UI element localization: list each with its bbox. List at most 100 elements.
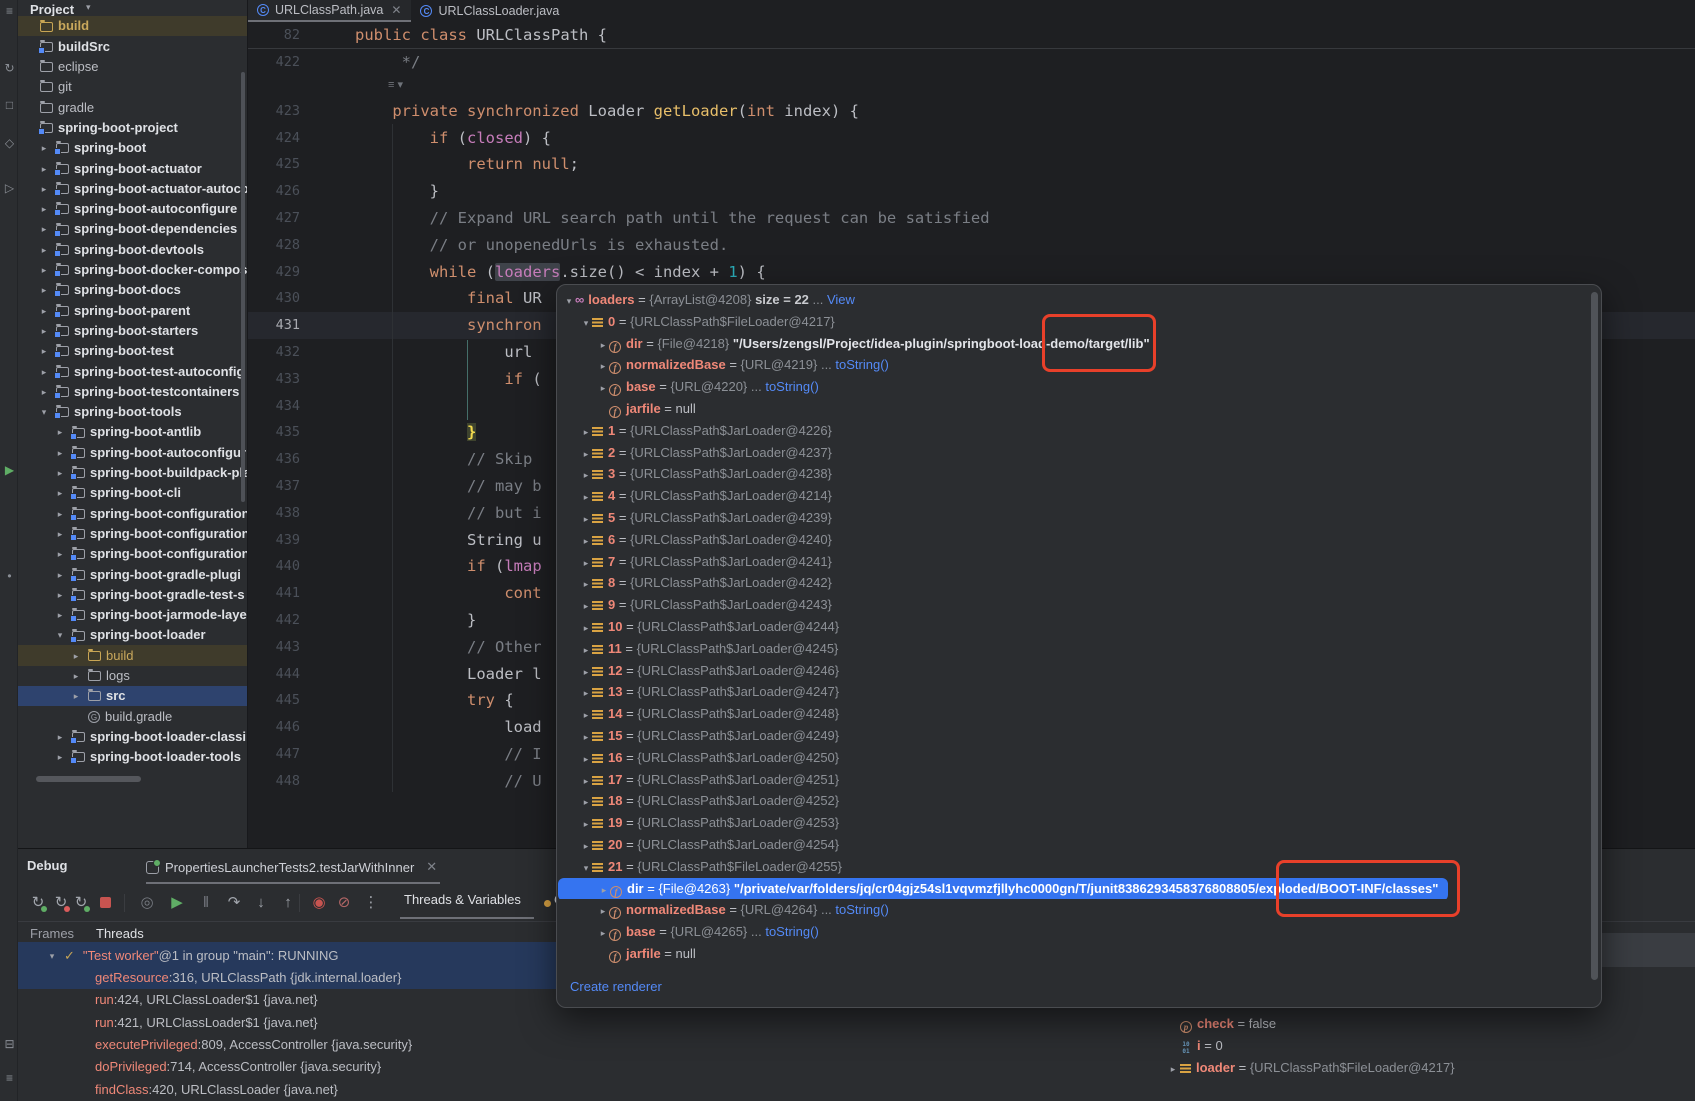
- close-icon[interactable]: ✕: [391, 3, 401, 17]
- chevron-right-icon[interactable]: ▸: [580, 836, 592, 856]
- tree-item-spring-boot-jarmode-laye[interactable]: ▸spring-boot-jarmode-laye: [18, 605, 247, 625]
- chevron-right-icon[interactable]: ▸: [1166, 1058, 1180, 1080]
- chevron-right-icon[interactable]: ▸: [580, 553, 592, 573]
- tree-item-eclipse[interactable]: eclipse: [18, 57, 247, 77]
- chevron-right-icon[interactable]: ▸: [580, 640, 592, 660]
- chevron-right-icon[interactable]: ▸: [580, 509, 592, 529]
- project-scrollbar-vertical[interactable]: [241, 72, 245, 502]
- debugger-tree-row[interactable]: fjarfile = null: [557, 398, 1587, 420]
- chevron-right-icon[interactable]: ▸: [598, 880, 610, 900]
- tree-item-spring-boot-devtools[interactable]: ▸spring-boot-devtools: [18, 239, 247, 259]
- editor-tab-urlclassloader-java[interactable]: CURLClassLoader.java: [411, 0, 569, 22]
- pause-button[interactable]: ‖: [195, 892, 217, 914]
- chevron-right-icon[interactable]: ▸: [597, 901, 609, 921]
- tab-threads-and-variables[interactable]: Threads & Variables: [404, 892, 521, 907]
- rerun-button[interactable]: ↻: [50, 892, 72, 914]
- debugger-tree-row[interactable]: ▸19 = {URLClassPath$JarLoader@4253}: [557, 812, 1587, 834]
- resume-button[interactable]: ▶: [166, 892, 188, 914]
- chevron-right-icon[interactable]: ▸: [580, 618, 592, 638]
- tree-item-spring-boot-loader-classi[interactable]: ▸spring-boot-loader-classi: [18, 727, 247, 747]
- tool-stripe-icon[interactable]: ◇: [2, 135, 17, 151]
- eye-button[interactable]: ◎: [136, 892, 158, 914]
- create-renderer-link[interactable]: Create renderer: [570, 979, 662, 994]
- chevron-right-icon[interactable]: ▸: [36, 280, 52, 300]
- tree-item-spring-boot-actuator[interactable]: ▸spring-boot-actuator: [18, 158, 247, 178]
- chevron-right-icon[interactable]: ▸: [68, 686, 84, 706]
- chevron-right-icon[interactable]: ▸: [36, 301, 52, 321]
- tree-item-src[interactable]: ▸src: [18, 686, 247, 706]
- debug-session-tab[interactable]: PropertiesLauncherTests2.testJarWithInne…: [146, 855, 437, 879]
- editor-tab-urlclasspath-java[interactable]: CURLClassPath.java✕: [248, 0, 411, 22]
- tree-item-git[interactable]: git: [18, 77, 247, 97]
- tree-item-spring-boot-autoconfigur[interactable]: ▸spring-boot-autoconfigur: [18, 442, 247, 462]
- tree-item-spring-boot-antlib[interactable]: ▸spring-boot-antlib: [18, 422, 247, 442]
- debugger-tree-row[interactable]: ▸fbase = {URL@4265} ... toString(): [557, 921, 1587, 943]
- tree-item-buildsrc[interactable]: buildSrc: [18, 36, 247, 56]
- chevron-right-icon[interactable]: ▸: [580, 531, 592, 551]
- chevron-down-icon[interactable]: ▾: [44, 945, 60, 967]
- debugger-tree-row[interactable]: ▸5 = {URLClassPath$JarLoader@4239}: [557, 507, 1587, 529]
- debugger-tree-row[interactable]: ▸1 = {URLClassPath$JarLoader@4226}: [557, 420, 1587, 442]
- step-out-button[interactable]: ↑: [277, 892, 299, 914]
- chevron-right-icon[interactable]: ▸: [52, 565, 68, 585]
- breakpoints-button[interactable]: ◉: [308, 892, 330, 914]
- stack-frame-row[interactable]: findClass:420, URLClassLoader {java.net}: [95, 1079, 338, 1101]
- tree-item-spring-boot-loader[interactable]: ▾spring-boot-loader: [18, 625, 247, 645]
- chevron-right-icon[interactable]: ▸: [580, 727, 592, 747]
- tree-item-spring-boot-testcontainers[interactable]: ▸spring-boot-testcontainers: [18, 381, 247, 401]
- debugger-tree-row[interactable]: ▾∞loaders = {ArrayList@4208} size = 22 .…: [557, 289, 1587, 311]
- chevron-right-icon[interactable]: ▸: [597, 335, 609, 355]
- tab-frames[interactable]: Frames: [30, 926, 74, 941]
- rerun-button[interactable]: ↻: [70, 892, 92, 914]
- tree-item-spring-boot-cli[interactable]: ▸spring-boot-cli: [18, 483, 247, 503]
- tree-item-build[interactable]: build: [18, 16, 247, 36]
- chevron-right-icon[interactable]: ▸: [36, 382, 52, 402]
- debugger-tree-row[interactable]: ▸17 = {URLClassPath$JarLoader@4251}: [557, 769, 1587, 791]
- chevron-right-icon[interactable]: ▸: [36, 260, 52, 280]
- stack-frame-row[interactable]: getResource:316, URLClassPath {jdk.inter…: [95, 967, 401, 989]
- tree-item-spring-boot-starters[interactable]: ▸spring-boot-starters: [18, 321, 247, 341]
- chevron-right-icon[interactable]: ▸: [52, 483, 68, 503]
- thread-row[interactable]: ▾✓"Test worker"@1 in group "main": RUNNI…: [44, 945, 339, 967]
- mute-breakpoints-button[interactable]: ⊘: [333, 892, 355, 914]
- chevron-right-icon[interactable]: ▸: [36, 138, 52, 158]
- chevron-right-icon[interactable]: ▸: [580, 749, 592, 769]
- debugger-tree-row[interactable]: ▸8 = {URLClassPath$JarLoader@4242}: [557, 572, 1587, 594]
- chevron-right-icon[interactable]: ▸: [580, 596, 592, 616]
- chevron-right-icon[interactable]: ▸: [36, 362, 52, 382]
- debugger-tree-row[interactable]: ▸12 = {URLClassPath$JarLoader@4246}: [557, 660, 1587, 682]
- chevron-right-icon[interactable]: ▸: [580, 814, 592, 834]
- tree-item-logs[interactable]: ▸logs: [18, 666, 247, 686]
- chevron-right-icon[interactable]: ▸: [580, 487, 592, 507]
- debugger-tree-row[interactable]: ▸4 = {URLClassPath$JarLoader@4214}: [557, 485, 1587, 507]
- debugger-tree-row[interactable]: ▸fbase = {URL@4220} ... toString(): [557, 376, 1587, 398]
- tree-item-spring-boot-docker-compos[interactable]: ▸spring-boot-docker-compos: [18, 260, 247, 280]
- tool-stripe-icon[interactable]: ↻: [2, 60, 17, 76]
- chevron-right-icon[interactable]: ▸: [52, 422, 68, 442]
- debugger-tree-row[interactable]: ▸18 = {URLClassPath$JarLoader@4252}: [557, 790, 1587, 812]
- chevron-right-icon[interactable]: ▸: [36, 321, 52, 341]
- debugger-tree-row[interactable]: ▸10 = {URLClassPath$JarLoader@4244}: [557, 616, 1587, 638]
- tree-item-spring-boot-configuration[interactable]: ▸spring-boot-configuration: [18, 524, 247, 544]
- chevron-right-icon[interactable]: ▸: [597, 356, 609, 376]
- chevron-right-icon[interactable]: ▸: [68, 666, 84, 686]
- chevron-right-icon[interactable]: ▸: [580, 422, 592, 442]
- step-over-button[interactable]: ↷: [223, 892, 245, 914]
- debugger-tree-row[interactable]: ▸15 = {URLClassPath$JarLoader@4249}: [557, 725, 1587, 747]
- project-scrollbar-horizontal[interactable]: [36, 776, 141, 782]
- step-into-button[interactable]: ↓: [250, 892, 272, 914]
- tool-stripe-icon[interactable]: ≡: [2, 3, 17, 19]
- tree-item-spring-boot-gradle-plugi[interactable]: ▸spring-boot-gradle-plugi: [18, 564, 247, 584]
- more-button[interactable]: ⋮: [360, 892, 382, 914]
- debugger-tree-row[interactable]: ▸14 = {URLClassPath$JarLoader@4248}: [557, 703, 1587, 725]
- chevron-right-icon[interactable]: ▸: [52, 524, 68, 544]
- chevron-right-icon[interactable]: ▸: [580, 705, 592, 725]
- chevron-right-icon[interactable]: ▸: [36, 199, 52, 219]
- rerun-button[interactable]: ↻: [27, 892, 49, 914]
- stack-frame-row[interactable]: executePrivileged:809, AccessController …: [95, 1034, 412, 1056]
- tool-stripe-icon[interactable]: □: [2, 97, 17, 113]
- debugger-tree-row[interactable]: fjarfile = null: [557, 943, 1587, 965]
- chevron-right-icon[interactable]: ▸: [580, 662, 592, 682]
- debugger-tree-row[interactable]: ▸11 = {URLClassPath$JarLoader@4245}: [557, 638, 1587, 660]
- chevron-right-icon[interactable]: ▸: [52, 443, 68, 463]
